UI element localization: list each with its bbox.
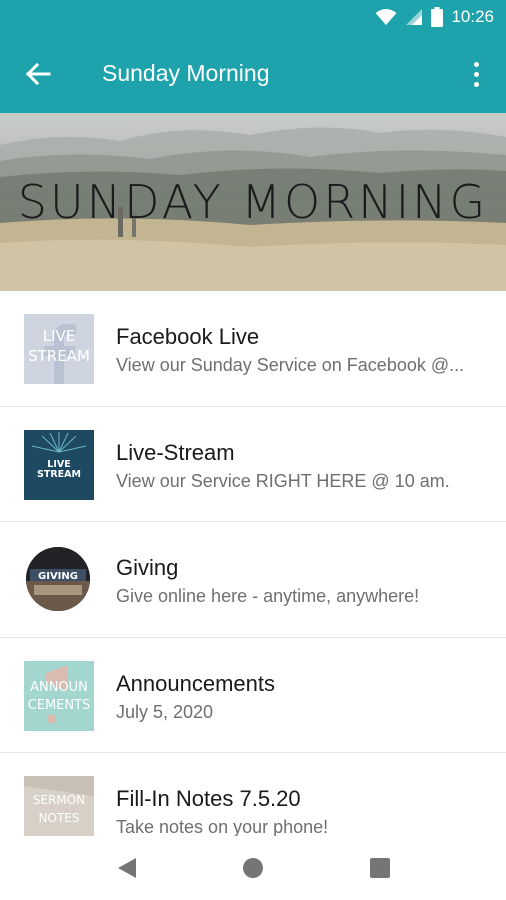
thumb-text-notes: NOTES [38,811,80,825]
list-item-title: Giving [116,555,179,580]
more-vertical-icon [473,61,479,67]
thumb-text-announ: ANNOUN [30,679,88,695]
nav-home-button[interactable] [239,854,267,882]
thumb-text-sermon: SERMON [32,793,86,807]
facebook-live-thumbnail: LIVE STREAM [24,314,94,384]
status-icons: 10:26 [375,7,494,27]
thumb-text-live: LIVE [42,327,76,345]
arrow-left-icon [25,62,51,86]
hero-title: SUNDAY MORNING [17,175,489,229]
battery-icon [431,7,444,27]
megaphone-icon [24,660,94,731]
list-item-subtitle: July 5, 2020 [116,701,214,722]
list-item-subtitle: Give online here - anytime, anywhere! [116,586,420,606]
announcements-thumbnail: ANNOUN CEMENTS [24,660,94,731]
live-stream-thumbnail: LIVE STREAM [24,429,94,500]
content-list[interactable]: LIVE STREAM Facebook Live View our Sunda… [0,291,506,836]
list-item-title: Fill-In Notes 7.5.20 [116,786,301,811]
list-item-subtitle: View our Sunday Service on Facebook @... [116,355,465,375]
nav-back-button[interactable] [113,854,141,882]
thumb-text-stream: STREAM [28,347,90,365]
thumb-text-giving: GIVING [38,571,78,582]
list-item-live-stream[interactable]: LIVE STREAM Live-Stream View our Service… [0,407,506,522]
more-options-button[interactable] [464,56,488,92]
thumb-text-cements: CEMENTS [27,697,91,713]
system-nav-bar [0,836,506,900]
list-item-subtitle: Take notes on your phone! [116,817,329,836]
recents-square-icon [370,858,390,878]
home-circle-icon [243,858,263,878]
signal-icon [406,9,423,25]
list-item-title: Announcements [116,670,275,696]
list-item-fill-in-notes[interactable]: SERMON NOTES Fill-In Notes 7.5.20 Take n… [0,753,506,836]
list-item-subtitle: View our Service RIGHT HERE @ 10 am. [116,470,450,491]
back-triangle-icon [118,858,136,878]
list-item-title: Live-Stream [116,439,235,465]
list-item-title: Facebook Live [116,324,260,349]
back-button[interactable] [18,58,58,90]
status-time: 10:26 [451,7,494,26]
giving-thumbnail: GIVING [26,547,90,611]
list-item-giving[interactable]: GIVING Giving Give online here - anytime… [0,522,506,638]
sermon-notes-thumbnail: SERMON NOTES [24,776,94,836]
nav-recents-button[interactable] [366,854,394,882]
app-bar: Sunday Morning [0,36,506,113]
list-item-facebook-live[interactable]: LIVE STREAM Facebook Live View our Sunda… [0,291,506,407]
page-title: Sunday Morning [102,60,270,86]
status-bar: 10:26 [0,0,506,36]
wifi-icon [375,9,397,25]
list-item-announcements[interactable]: ANNOUN CEMENTS Announcements July 5, 202… [0,638,506,753]
thumb-text-live-stream: LIVE STREAM [37,458,81,480]
hero-banner: SUNDAY MORNING [0,113,506,291]
